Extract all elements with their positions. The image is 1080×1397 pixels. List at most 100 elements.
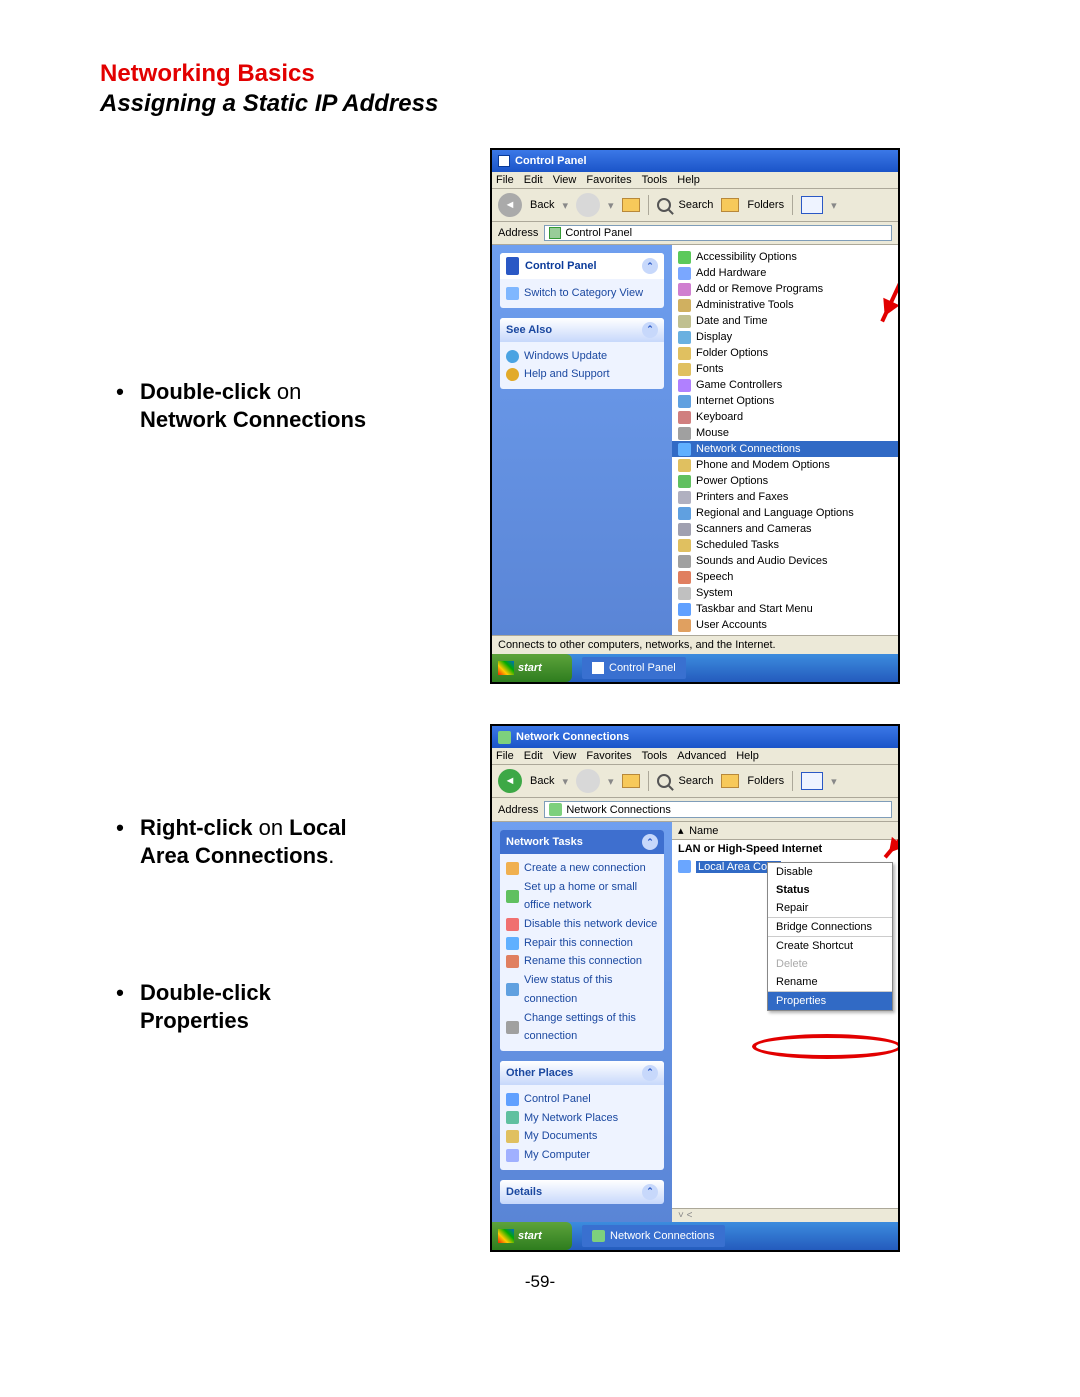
place-icon <box>506 1093 519 1106</box>
folders-label[interactable]: Folders <box>747 199 784 211</box>
item-icon <box>678 299 691 312</box>
switch-category-view-link[interactable]: Switch to Category View <box>506 284 658 303</box>
control-panel-item[interactable]: Network Connections <box>672 441 898 457</box>
network-task-link[interactable]: Rename this connection <box>506 952 658 971</box>
views-button[interactable] <box>801 772 823 790</box>
menubar[interactable]: FileEditViewFavoritesToolsAdvancedHelp <box>492 748 898 765</box>
control-panel-item[interactable]: Mouse <box>672 425 898 441</box>
control-panel-items: Accessibility OptionsAdd HardwareAdd or … <box>672 245 898 635</box>
ctx-delete: Delete <box>768 955 892 973</box>
network-task-link[interactable]: Disable this network device <box>506 915 658 934</box>
control-panel-item[interactable]: Date and Time <box>672 313 898 329</box>
sidebar-panel-see-also-header[interactable]: See Also ⌃ <box>500 318 664 342</box>
control-panel-item[interactable]: Game Controllers <box>672 377 898 393</box>
item-icon <box>678 427 691 440</box>
back-button[interactable]: ◄ <box>498 769 522 793</box>
control-panel-item[interactable]: Display <box>672 329 898 345</box>
search-label[interactable]: Search <box>679 199 714 211</box>
menubar[interactable]: FileEditViewFavoritesToolsHelp <box>492 172 898 189</box>
address-input[interactable]: Control Panel <box>544 225 892 241</box>
ctx-disable[interactable]: Disable <box>768 863 892 881</box>
window-icon <box>498 155 510 167</box>
search-icon[interactable] <box>657 198 671 212</box>
network-tasks-header[interactable]: Network Tasks ⌃ <box>500 830 664 854</box>
folders-icon[interactable] <box>721 198 739 212</box>
control-panel-item[interactable]: User Accounts <box>672 617 898 633</box>
search-icon[interactable] <box>657 774 671 788</box>
other-place-link[interactable]: My Documents <box>506 1127 658 1146</box>
item-icon <box>678 267 691 280</box>
chevron-icon[interactable]: ⌃ <box>642 1184 658 1200</box>
item-icon <box>678 347 691 360</box>
windows-update-link[interactable]: Windows Update <box>506 347 658 366</box>
folders-icon[interactable] <box>721 774 739 788</box>
network-task-link[interactable]: Change settings of this connection <box>506 1009 658 1046</box>
sidebar-panel-control-panel-header[interactable]: Control Panel ⌃ <box>500 253 664 279</box>
chevron-icon[interactable]: ⌃ <box>642 1065 658 1081</box>
control-panel-item[interactable]: Phone and Modem Options <box>672 457 898 473</box>
network-task-link[interactable]: Set up a home or small office network <box>506 878 658 915</box>
address-input[interactable]: Network Connections <box>544 801 892 818</box>
other-place-link[interactable]: My Network Places <box>506 1109 658 1128</box>
control-panel-item[interactable]: Add Hardware <box>672 265 898 281</box>
instruction-3: • Double-click Properties <box>100 979 490 1034</box>
control-panel-item[interactable]: Accessibility Options <box>672 249 898 265</box>
control-panel-item[interactable]: Speech <box>672 569 898 585</box>
control-panel-item[interactable]: Scanners and Cameras <box>672 521 898 537</box>
instruction-2: • Right-click on Local Area Connections. <box>100 814 490 869</box>
chevron-icon[interactable]: ⌃ <box>642 258 658 274</box>
taskbar: start Network Connections <box>492 1222 898 1250</box>
start-button[interactable]: start <box>492 654 572 682</box>
network-task-link[interactable]: Create a new connection <box>506 859 658 878</box>
other-place-link[interactable]: Control Panel <box>506 1090 658 1109</box>
status-bar: Connects to other computers, networks, a… <box>492 635 898 654</box>
ctx-properties[interactable]: Properties <box>768 992 892 1010</box>
control-panel-item[interactable]: Scheduled Tasks <box>672 537 898 553</box>
task-icon <box>506 890 519 903</box>
ctx-bridge[interactable]: Bridge Connections <box>768 918 892 936</box>
taskbar-item[interactable]: Network Connections <box>582 1225 725 1247</box>
network-task-link[interactable]: Repair this connection <box>506 934 658 953</box>
ctx-rename[interactable]: Rename <box>768 973 892 991</box>
other-place-link[interactable]: My Computer <box>506 1146 658 1165</box>
chevron-icon[interactable]: ⌃ <box>642 322 658 338</box>
control-panel-item[interactable]: Taskbar and Start Menu <box>672 601 898 617</box>
item-icon <box>678 539 691 552</box>
control-panel-item[interactable]: System <box>672 585 898 601</box>
network-task-link[interactable]: View status of this connection <box>506 971 658 1008</box>
column-header-name[interactable]: ▴ Name <box>672 822 898 840</box>
control-panel-item[interactable]: Sounds and Audio Devices <box>672 553 898 569</box>
item-icon <box>678 363 691 376</box>
control-panel-item[interactable]: Regional and Language Options <box>672 505 898 521</box>
forward-button[interactable] <box>576 193 600 217</box>
control-panel-item[interactable]: Folder Options <box>672 345 898 361</box>
other-places-header[interactable]: Other Places ⌃ <box>500 1061 664 1085</box>
forward-button[interactable] <box>576 769 600 793</box>
connections-list: ▴ Name LAN or High-Speed Internet Local … <box>672 822 898 1222</box>
control-panel-item[interactable]: Add or Remove Programs <box>672 281 898 297</box>
control-panel-item[interactable]: Printers and Faxes <box>672 489 898 505</box>
network-adapter-icon <box>678 860 691 873</box>
scroll-indicator[interactable]: ˅ < <box>672 1208 898 1222</box>
control-panel-item[interactable]: Power Options <box>672 473 898 489</box>
ctx-shortcut[interactable]: Create Shortcut <box>768 937 892 955</box>
item-icon <box>678 619 691 632</box>
up-folder-icon[interactable] <box>622 198 640 212</box>
ctx-status[interactable]: Status <box>768 881 892 899</box>
back-button[interactable]: ◄ <box>498 193 522 217</box>
chevron-icon[interactable]: ⌃ <box>642 834 658 850</box>
details-header[interactable]: Details ⌃ <box>500 1180 664 1204</box>
views-button[interactable] <box>801 196 823 214</box>
start-button[interactable]: start <box>492 1222 572 1250</box>
control-panel-item[interactable]: Fonts <box>672 361 898 377</box>
taskbar-item[interactable]: Control Panel <box>582 657 686 679</box>
item-icon <box>678 555 691 568</box>
help-support-link[interactable]: Help and Support <box>506 365 658 384</box>
ctx-repair[interactable]: Repair <box>768 899 892 917</box>
up-folder-icon[interactable] <box>622 774 640 788</box>
instruction-1: • Double-click on Network Connections <box>100 378 490 433</box>
control-panel-item[interactable]: Internet Options <box>672 393 898 409</box>
control-panel-item[interactable]: Keyboard <box>672 409 898 425</box>
taskbar: start Control Panel <box>492 654 898 682</box>
control-panel-item[interactable]: Administrative Tools <box>672 297 898 313</box>
